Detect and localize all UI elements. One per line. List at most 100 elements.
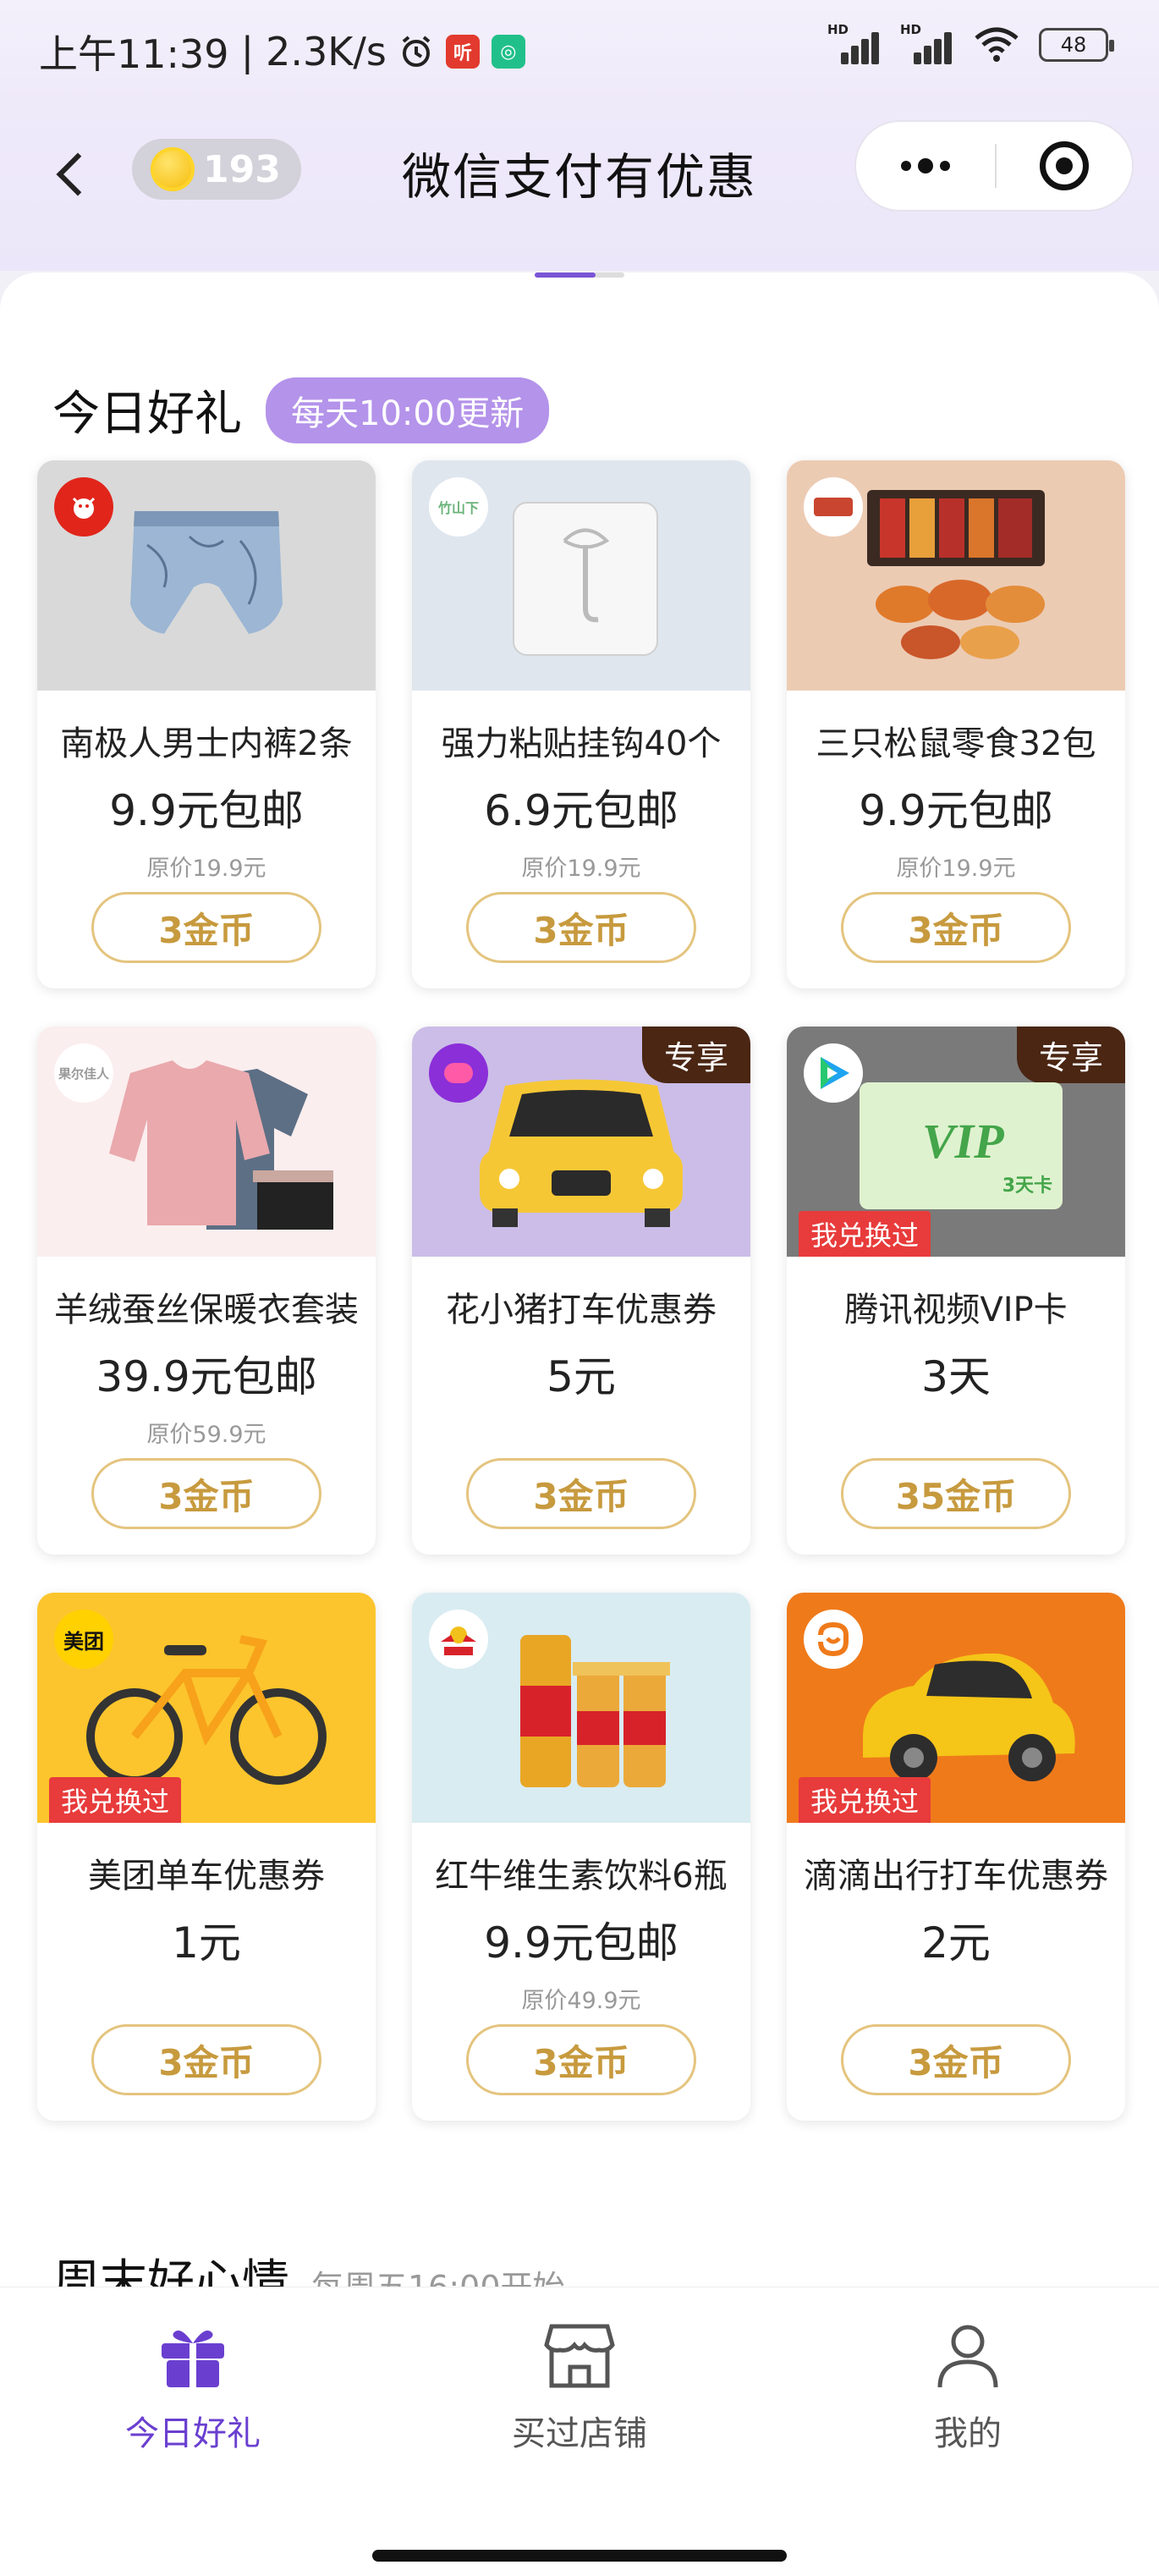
product-price: 6.9元包邮 [484,786,678,835]
redeem-button[interactable]: 3金币 [466,2024,696,2095]
product-card[interactable]: 专享 花小猪打车优惠券 5元 3金币 [412,1027,750,1555]
product-card[interactable]: 美团 我兑换过 美团单车优惠券 1元 3金币 [37,1593,376,2121]
redeem-button[interactable]: 35金币 [841,1458,1071,1529]
status-speed: 2.3K/s [266,29,387,74]
more-dot [918,158,933,173]
product-image: 竹山下 [412,460,750,691]
redeem-button[interactable]: 3金币 [91,2024,321,2095]
product-image: 我兑换过 [787,1593,1125,1823]
battery-icon: 48 [1039,28,1114,62]
redeem-button[interactable]: 3金币 [91,1458,321,1529]
section-title: 今日好礼 [52,387,242,442]
status-right: HD HD 48 [827,22,1114,64]
exclusive-badge: 专享 [1016,1027,1125,1083]
sweater-icon [109,1060,333,1230]
home-indicator[interactable] [372,2550,787,2562]
main-content: 今日好礼 每天10:00更新 南极人男士内裤2条 9.9元包邮 原价19.9元 … [0,272,1159,2310]
close-icon [1040,141,1089,190]
hook-icon [513,502,658,656]
product-name: 腾讯视频VIP卡 [844,1291,1068,1329]
product-name: 花小猪打车优惠券 [446,1291,717,1329]
tab-mine[interactable]: 我的 [841,2321,1095,2455]
drink-cans-icon [520,1635,670,1787]
product-image: 果尔佳人 [37,1027,376,1257]
redeem-button[interactable]: 3金币 [841,2024,1071,2095]
more-dot [940,161,950,171]
product-image: 专享 VIP 3天卡 我兑换过 [787,1027,1125,1257]
product-image: 美团 我兑换过 [37,1593,376,1823]
product-image: 专享 [412,1027,750,1257]
product-name: 强力粘贴挂钩40个 [441,724,722,763]
mi-app-icon: ◎ [491,35,525,69]
product-name: 滴滴出行打车优惠券 [804,1857,1108,1896]
product-price: 1元 [172,1918,241,1968]
tab-bought-stores[interactable]: 买过店铺 [453,2321,706,2455]
product-name: 南极人男士内裤2条 [60,724,353,763]
nav-bar: 193 微信支付有优惠 [0,102,1159,271]
product-card[interactable]: 红牛维生素饮料6瓶 9.9元包邮 原价49.9元 3金币 [412,1593,750,2121]
redeem-button[interactable]: 3金币 [91,892,321,963]
tab-label: 买过店铺 [512,2414,647,2453]
redeem-button[interactable]: 3金币 [466,1458,696,1529]
product-image [787,460,1125,691]
product-card[interactable]: 专享 VIP 3天卡 我兑换过 腾讯视频VIP卡 3天 35金币 [787,1027,1125,1555]
vip-card-days: 3天卡 [1002,1175,1052,1197]
status-divider: | [240,29,255,74]
product-price: 9.9元包邮 [859,786,1053,835]
product-price: 9.9元包邮 [109,786,304,835]
user-icon [937,2325,998,2388]
product-card[interactable]: 果尔佳人 羊绒蚕丝保暖衣套装 39.9元包邮 原价59.9元 3金币 [37,1027,376,1555]
redeem-button[interactable]: 3金币 [841,892,1071,963]
update-tag: 每天10:00更新 [266,377,550,443]
vip-card: VIP 3天卡 [860,1082,1063,1209]
gift-icon [162,2330,224,2387]
listen-app-icon: 听 [445,35,480,69]
store-icon [544,2324,615,2388]
original-price [787,1982,1125,2012]
tab-label: 我的 [934,2414,1002,2453]
redeemed-badge: 我兑换过 [799,1777,931,1823]
signal-icon-2: HD [900,22,954,64]
redeem-button[interactable]: 3金币 [466,892,696,963]
original-price [412,1416,750,1446]
mini-program-capsule [854,120,1134,212]
alarm-icon [402,36,431,67]
battery-level: 48 [1060,33,1087,57]
product-card[interactable]: 我兑换过 滴滴出行打车优惠券 2元 3金币 [787,1593,1125,2121]
more-dot [901,161,911,171]
tab-label: 今日好礼 [125,2414,261,2453]
product-card[interactable]: 南极人男士内裤2条 9.9元包邮 原价19.9元 3金币 [37,460,376,988]
product-name: 红牛维生素饮料6瓶 [435,1857,728,1896]
tencent-video-logo-icon [804,1043,863,1103]
product-card[interactable]: 竹山下 强力粘贴挂钩40个 6.9元包邮 原价19.9元 3金币 [412,460,750,988]
scroll-indicator [535,272,624,278]
original-price [787,1416,1125,1446]
close-button[interactable] [997,122,1132,210]
vip-card-title: VIP [922,1114,1004,1169]
car-icon [480,1079,683,1227]
snacks-icon [867,490,1045,659]
product-name: 美团单车优惠券 [88,1857,325,1896]
status-left: 上午11:39 | 2.3K/s 听 ◎ [39,24,525,80]
status-bar: 上午11:39 | 2.3K/s 听 ◎ HD HD 48 [0,0,1159,102]
tab-today-gifts[interactable]: 今日好礼 [66,2321,320,2455]
product-price: 39.9元包邮 [96,1352,317,1401]
wifi-icon [975,27,1019,62]
redeemed-badge: 我兑换过 [799,1211,931,1257]
status-time: 上午11:39 [39,31,229,77]
redeemed-badge: 我兑换过 [49,1777,182,1823]
original-price: 原价49.9元 [521,1988,641,2014]
original-price: 原价19.9元 [521,856,641,882]
section-header: 今日好礼 每天10:00更新 [52,376,550,444]
signal-icon: HD [827,22,882,64]
tab-bar: 今日好礼 买过店铺 我的 [0,2287,1159,2576]
original-price: 原价19.9元 [896,856,1016,882]
product-price: 2元 [921,1918,991,1968]
product-price: 3天 [921,1352,991,1401]
underwear-icon [130,511,283,634]
original-price: 原价19.9元 [146,856,266,882]
product-image [37,460,376,691]
more-button[interactable] [856,122,995,210]
original-price: 原价59.9元 [146,1422,266,1448]
product-card[interactable]: 三只松鼠零食32包 9.9元包邮 原价19.9元 3金币 [787,460,1125,988]
